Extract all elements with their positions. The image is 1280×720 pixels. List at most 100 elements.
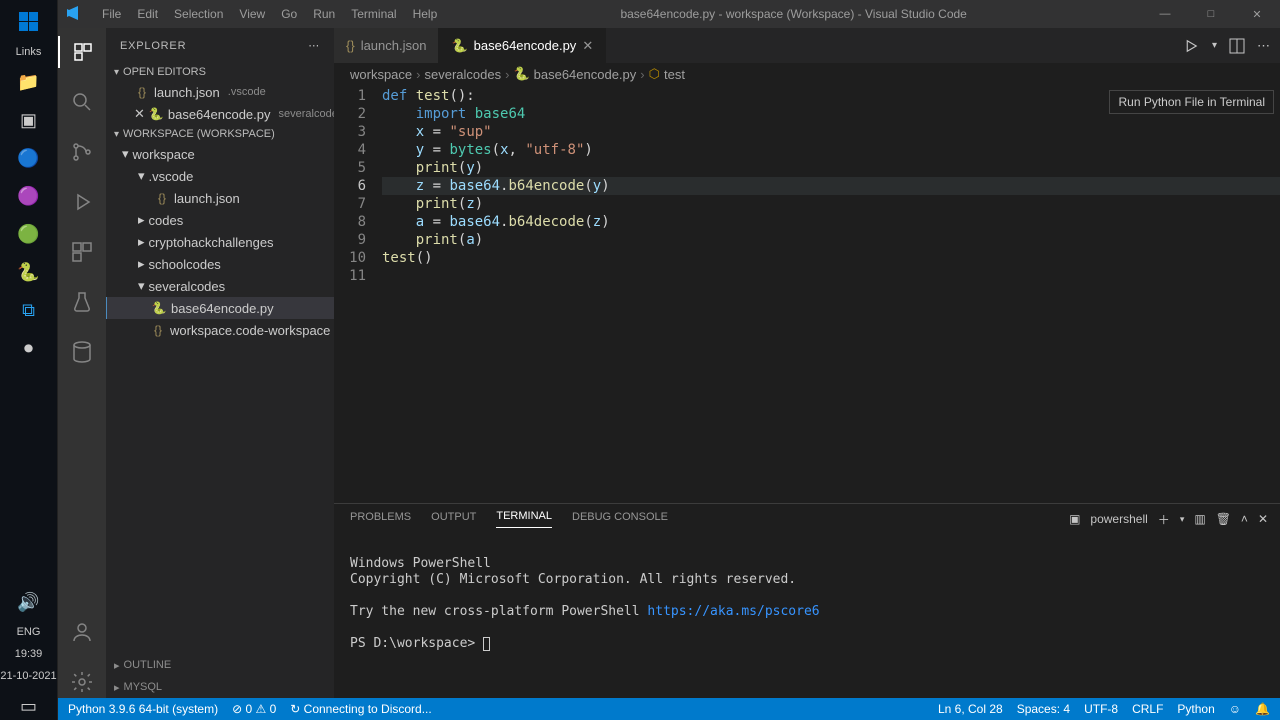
tray-icon[interactable]: ▭	[15, 692, 43, 720]
chrome-icon[interactable]: 🔵	[15, 144, 43, 172]
close-button[interactable]: ✕	[1234, 8, 1280, 21]
split-editor-icon[interactable]	[1229, 38, 1245, 54]
panel-tabs: PROBLEMS OUTPUT TERMINAL DEBUG CONSOLE ▣…	[334, 504, 1280, 534]
panel-tab-problems[interactable]: PROBLEMS	[350, 511, 411, 528]
vscode-window: File Edit Selection View Go Run Terminal…	[58, 0, 1280, 720]
vscode-icon	[66, 5, 84, 23]
tab-close-icon[interactable]: ✕	[582, 38, 593, 54]
menu-terminal[interactable]: Terminal	[343, 7, 404, 21]
start-button[interactable]	[15, 8, 43, 36]
menu-edit[interactable]: Edit	[129, 7, 166, 21]
status-lang[interactable]: Python	[1177, 702, 1214, 716]
run-dropdown-icon[interactable]: ▾	[1212, 40, 1217, 51]
terminal-link[interactable]: https://aka.ms/pscore6	[647, 604, 819, 619]
tab-launch-json[interactable]: {}launch.json	[334, 28, 439, 63]
activity-test-icon[interactable]	[58, 286, 106, 318]
terminal-app-icon[interactable]: ▣	[15, 106, 43, 134]
breadcrumb[interactable]: workspace› severalcodes› 🐍base64encode.p…	[334, 63, 1280, 85]
open-editors-section[interactable]: ▾OPEN EDITORS	[106, 63, 334, 81]
run-button[interactable]	[1182, 37, 1200, 55]
file-tree: ▾workspace ▾.vscode {}launch.json ▸codes…	[106, 143, 334, 341]
tree-folder[interactable]: ▾severalcodes	[106, 275, 334, 297]
open-editor-item[interactable]: {}launch.json.vscode	[106, 81, 334, 103]
split-terminal-icon[interactable]: ▥	[1194, 512, 1205, 526]
activity-search-icon[interactable]	[58, 86, 106, 118]
taskbar-time[interactable]: 19:39	[15, 648, 43, 660]
line-number-gutter: 1234567891011	[334, 85, 382, 503]
activity-source-control-icon[interactable]	[58, 136, 106, 168]
terminal-output[interactable]: Windows PowerShell Copyright (C) Microso…	[334, 534, 1280, 698]
taskbar-lang[interactable]: ENG	[17, 626, 41, 638]
maximize-panel-icon[interactable]: ˄	[1241, 512, 1248, 526]
tree-file[interactable]: {}workspace.code-workspace	[106, 319, 334, 341]
explorer-title: EXPLORER	[120, 40, 186, 52]
status-problems[interactable]: ⊘ 0 ⚠ 0	[232, 702, 276, 716]
window-title: base64encode.py - workspace (Workspace) …	[445, 7, 1142, 21]
status-eol[interactable]: CRLF	[1132, 702, 1163, 716]
status-python[interactable]: Python 3.9.6 64-bit (system)	[68, 702, 218, 716]
tab-base64encode[interactable]: 🐍base64encode.py✕	[439, 28, 606, 63]
sidebar-more-icon[interactable]: ⋯	[308, 39, 320, 52]
status-spaces[interactable]: Spaces: 4	[1017, 702, 1070, 716]
tree-file[interactable]: {}launch.json	[106, 187, 334, 209]
tree-folder[interactable]: ▾workspace	[106, 143, 334, 165]
menu-view[interactable]: View	[231, 7, 273, 21]
spotify-icon[interactable]: 🟢	[15, 220, 43, 248]
outline-section[interactable]: ▸OUTLINE	[106, 654, 334, 676]
menu-go[interactable]: Go	[273, 7, 305, 21]
tree-folder[interactable]: ▸cryptohackchallenges	[106, 231, 334, 253]
activity-settings-icon[interactable]	[58, 666, 106, 698]
menu-file[interactable]: File	[94, 7, 129, 21]
python-icon[interactable]: 🐍	[15, 258, 43, 286]
panel-tab-debug[interactable]: DEBUG CONSOLE	[572, 511, 668, 528]
tree-folder[interactable]: ▸codes	[106, 209, 334, 231]
code-editor[interactable]: 1234567891011 def test(): import base64 …	[334, 85, 1280, 503]
status-discord[interactable]: ↻ Connecting to Discord...	[290, 702, 431, 716]
terminal-shell-icon[interactable]: ▣	[1069, 512, 1080, 526]
title-bar: File Edit Selection View Go Run Terminal…	[58, 0, 1280, 28]
status-feedback-icon[interactable]: ☺	[1229, 702, 1241, 716]
recorder-icon[interactable]: ⏺	[15, 334, 43, 362]
menu-help[interactable]: Help	[405, 7, 446, 21]
file-explorer-icon[interactable]: 📁	[15, 68, 43, 96]
activity-account-icon[interactable]	[58, 616, 106, 648]
taskbar-date: 21-10-2021	[0, 670, 56, 682]
bottom-panel: PROBLEMS OUTPUT TERMINAL DEBUG CONSOLE ▣…	[334, 503, 1280, 698]
open-editor-item[interactable]: ✕🐍base64encode.pyseveralcodes	[106, 103, 334, 125]
menu-selection[interactable]: Selection	[166, 7, 231, 21]
activity-explorer-icon[interactable]	[58, 36, 106, 68]
activity-extensions-icon[interactable]	[58, 236, 106, 268]
terminal-dropdown-icon[interactable]: ▾	[1180, 514, 1185, 525]
menu-run[interactable]: Run	[305, 7, 343, 21]
status-encoding[interactable]: UTF-8	[1084, 702, 1118, 716]
code-area[interactable]: def test(): import base64 x = "sup" y = …	[382, 85, 1280, 503]
status-bell-icon[interactable]: 🔔	[1255, 702, 1270, 716]
panel-tab-terminal[interactable]: TERMINAL	[496, 510, 552, 528]
activity-debug-icon[interactable]	[58, 186, 106, 218]
editor-more-icon[interactable]: ⋯	[1257, 38, 1270, 54]
vscode-taskbar-icon[interactable]: ⧉	[15, 296, 43, 324]
mysql-section[interactable]: ▸MYSQL	[106, 676, 334, 698]
editor-tabs: {}launch.json 🐍base64encode.py✕ ▾ ⋯	[334, 28, 1280, 63]
editor-group: {}launch.json 🐍base64encode.py✕ ▾ ⋯ Run …	[334, 28, 1280, 698]
minimize-button[interactable]: —	[1142, 8, 1188, 21]
tree-folder[interactable]: ▾.vscode	[106, 165, 334, 187]
new-terminal-icon[interactable]: ＋	[1158, 511, 1170, 528]
activity-database-icon[interactable]	[58, 336, 106, 368]
tree-file[interactable]: 🐍base64encode.py	[106, 297, 334, 319]
run-tooltip: Run Python File in Terminal	[1109, 90, 1274, 114]
open-editors-list: {}launch.json.vscode ✕🐍base64encode.pyse…	[106, 81, 334, 125]
workspace-section[interactable]: ▾WORKSPACE (WORKSPACE)	[106, 125, 334, 143]
sound-icon[interactable]: 🔊	[15, 588, 43, 616]
tree-folder[interactable]: ▸schoolcodes	[106, 253, 334, 275]
panel-tab-output[interactable]: OUTPUT	[431, 511, 476, 528]
status-cursor[interactable]: Ln 6, Col 28	[938, 702, 1003, 716]
discord-icon[interactable]: 🟣	[15, 182, 43, 210]
windows-taskbar: Links 📁 ▣ 🔵 🟣 🟢 🐍 ⧉ ⏺ 🔊 ENG 19:39 21-10-…	[0, 0, 58, 720]
maximize-button[interactable]: □	[1188, 8, 1234, 21]
close-panel-icon[interactable]: ✕	[1258, 512, 1268, 526]
terminal-cursor	[483, 637, 490, 651]
taskbar-links[interactable]: Links	[16, 46, 42, 58]
terminal-shell-name[interactable]: powershell	[1090, 512, 1147, 526]
kill-terminal-icon[interactable]: 🗑	[1216, 512, 1231, 526]
